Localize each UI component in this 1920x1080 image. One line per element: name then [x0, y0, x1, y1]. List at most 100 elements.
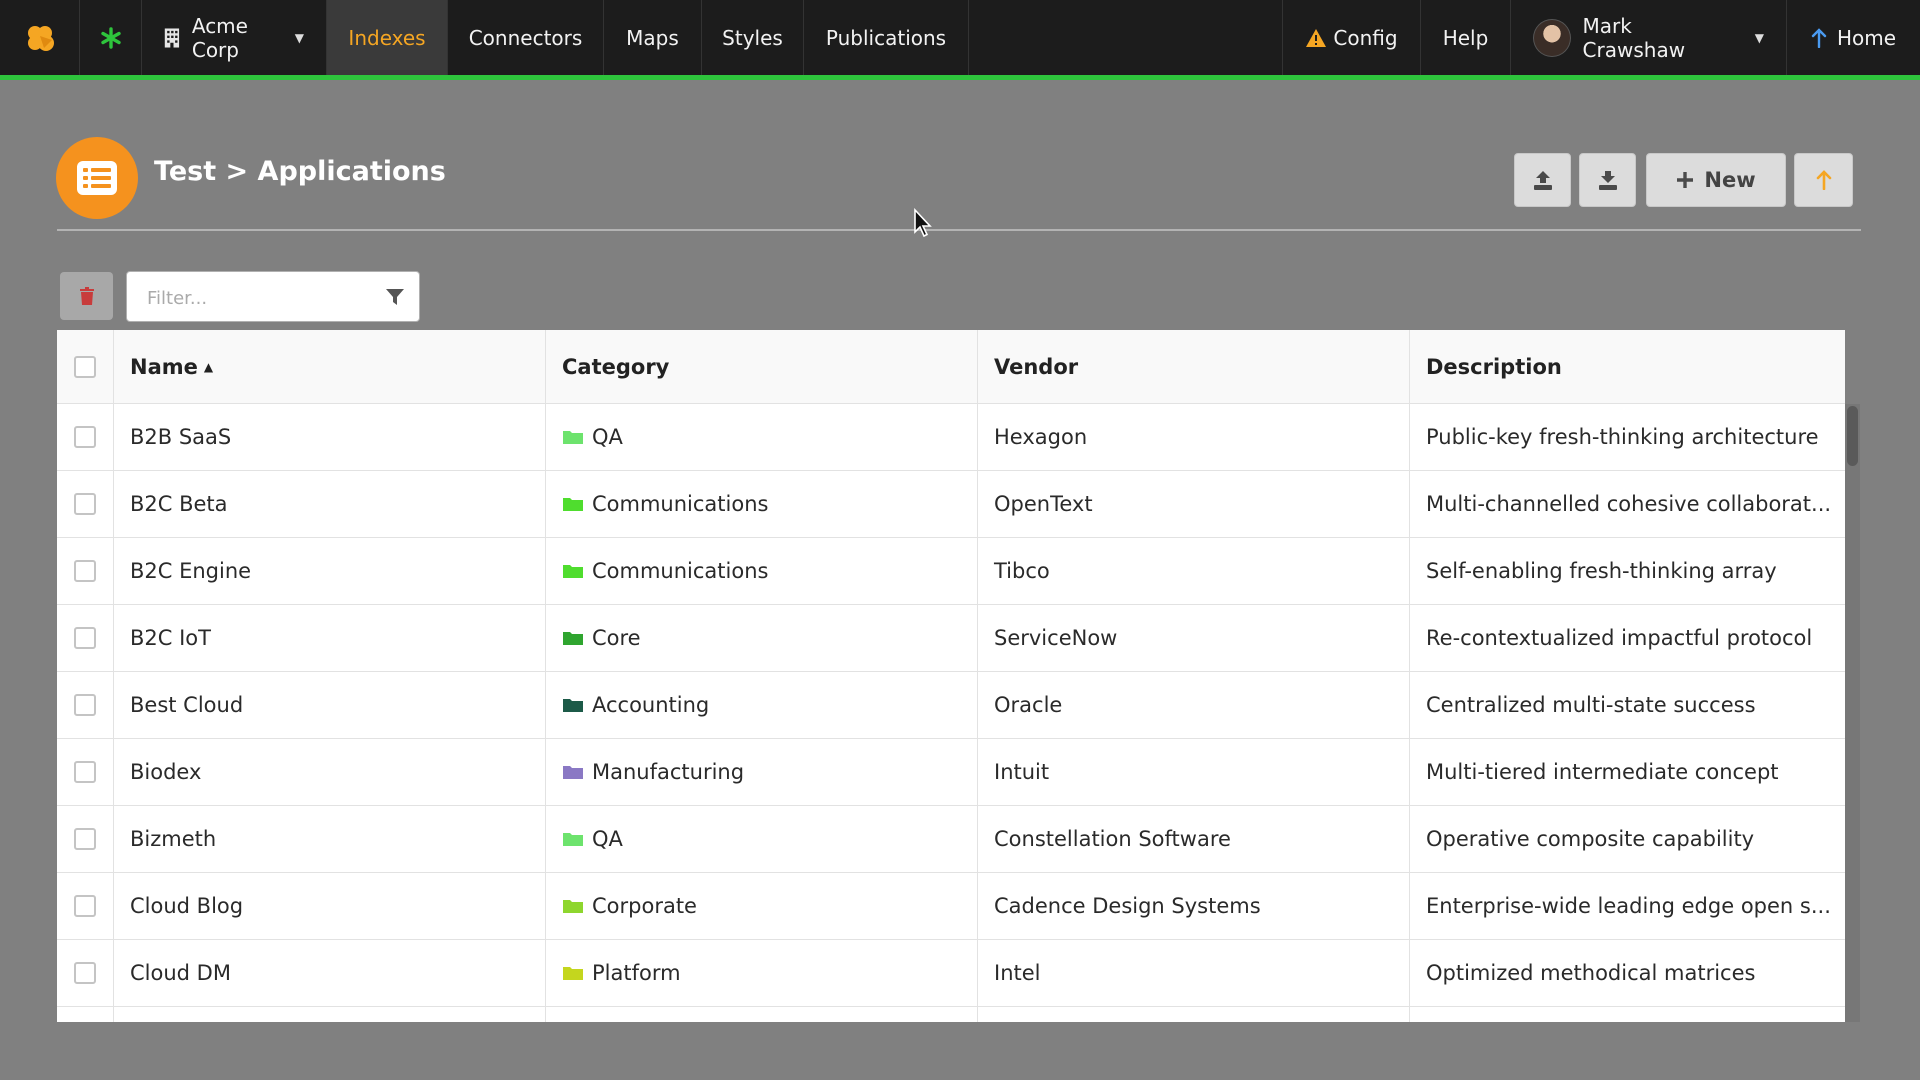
- row-select-cell: [57, 806, 114, 872]
- help-button[interactable]: Help: [1420, 0, 1510, 75]
- user-name: Mark Crawshaw: [1582, 13, 1686, 62]
- nav-tab-label: Publications: [825, 25, 947, 50]
- row-checkbox[interactable]: [74, 828, 96, 850]
- nav-tab-publications[interactable]: Publications: [804, 0, 969, 75]
- upload-button[interactable]: [1514, 153, 1571, 207]
- favorites-button[interactable]: [80, 0, 142, 75]
- new-button-label: New: [1704, 168, 1756, 192]
- sort-ascending-icon: ▲: [203, 359, 214, 374]
- category-label: Accounting: [592, 693, 710, 717]
- user-menu[interactable]: Mark Crawshaw ▼: [1510, 0, 1786, 75]
- help-label: Help: [1442, 25, 1489, 50]
- config-button[interactable]: Config: [1282, 0, 1420, 75]
- row-checkbox[interactable]: [74, 761, 96, 783]
- new-button[interactable]: New: [1646, 153, 1786, 207]
- cell-description: Enterprise-wide leading edge open s...: [1426, 894, 1831, 918]
- category-label: Corporate: [592, 894, 697, 918]
- table-row[interactable]: B2B SaaS QA Hexagon Public-key fresh-thinki…: [57, 404, 1845, 471]
- go-up-button[interactable]: [1794, 153, 1853, 207]
- home-button[interactable]: Home: [1786, 0, 1920, 75]
- table-scrollbar-thumb[interactable]: [1847, 406, 1858, 466]
- column-header-label: Vendor: [994, 354, 1079, 379]
- cell-category: Platform: [546, 940, 978, 1006]
- cell-name[interactable]: Best Cloud: [114, 672, 546, 738]
- page-type-icon: [56, 137, 138, 219]
- row-checkbox[interactable]: [74, 895, 96, 917]
- nav-tab-indexes[interactable]: Indexes: [327, 0, 448, 75]
- column-header-category[interactable]: Category: [546, 330, 978, 403]
- filter-icon[interactable]: [385, 287, 405, 307]
- cell-description: Optimized methodical matrices: [1426, 961, 1756, 985]
- cell-vendor: Intuit: [978, 739, 1410, 805]
- column-header-vendor[interactable]: Vendor: [978, 330, 1410, 403]
- delete-button[interactable]: [60, 272, 113, 320]
- cell-name[interactable]: B2B SaaS: [114, 404, 546, 470]
- cell-name[interactable]: Cloud DM: [114, 940, 546, 1006]
- category-label: QA: [592, 425, 623, 449]
- row-select-cell: [57, 471, 114, 537]
- filter-input[interactable]: [145, 284, 379, 312]
- row-checkbox[interactable]: [74, 560, 96, 582]
- table-scrollbar[interactable]: [1845, 404, 1860, 1022]
- folder-icon: [563, 900, 583, 913]
- cell-description: Centralized multi-state success: [1426, 693, 1756, 717]
- upload-icon: [1533, 171, 1552, 190]
- row-select-cell: [57, 404, 114, 470]
- download-button[interactable]: [1579, 153, 1636, 207]
- column-header-description[interactable]: Description: [1410, 330, 1845, 403]
- table-row[interactable]: Cloud Blog Corporate Cadence Design System…: [57, 873, 1845, 940]
- select-all-checkbox[interactable]: [74, 355, 96, 378]
- cell-name[interactable]: Biodex: [114, 739, 546, 805]
- asterisk-icon: [100, 26, 121, 49]
- cell-vendor: [978, 1007, 1410, 1022]
- cell-name[interactable]: B2C Engine: [114, 538, 546, 604]
- table-row[interactable]: B2C Engine Communications Tibco Self-enabli…: [57, 538, 1845, 605]
- row-checkbox[interactable]: [74, 493, 96, 515]
- page-title: Test > Applications: [154, 156, 446, 187]
- filter-field[interactable]: [126, 271, 420, 322]
- nav-tab-maps[interactable]: Maps: [604, 0, 702, 75]
- cell-name[interactable]: B2C IoT: [114, 605, 546, 671]
- nav-left-group: Acme Corp ▼ Indexes Connectors Maps Styl…: [0, 0, 969, 75]
- cell-category: Accounting: [546, 672, 978, 738]
- list-icon: [77, 161, 117, 195]
- table-row[interactable]: B2C IoT Core ServiceNow Re-contextualized i…: [57, 605, 1845, 672]
- arrow-up-icon: [1816, 170, 1831, 190]
- org-selector[interactable]: Acme Corp ▼: [142, 0, 327, 75]
- row-checkbox[interactable]: [74, 962, 96, 984]
- table-header-row: Name ▲ Category Vendor Description: [57, 330, 1845, 404]
- row-checkbox[interactable]: [74, 627, 96, 649]
- cell-description: Multi-tiered intermediate concept: [1426, 760, 1779, 784]
- nav-tab-label: Styles: [722, 25, 783, 50]
- table-row[interactable]: B2C Beta Communications OpenText Multi-chan…: [57, 471, 1845, 538]
- table-row[interactable]: Biodex Manufacturing Intuit Multi-tiered in…: [57, 739, 1845, 806]
- row-checkbox[interactable]: [74, 694, 96, 716]
- table-row[interactable]: Best Cloud Accounting Oracle Centralized mu…: [57, 672, 1845, 739]
- nav-tab-label: Indexes: [348, 25, 426, 50]
- column-header-name[interactable]: Name ▲: [114, 330, 546, 403]
- app-logo[interactable]: [0, 0, 80, 75]
- row-select-cell: [57, 1007, 114, 1022]
- nav-tab-connectors[interactable]: Connectors: [448, 0, 604, 75]
- category-label: Core: [592, 626, 641, 650]
- row-checkbox[interactable]: [74, 426, 96, 448]
- table-row[interactable]: Cloud DM Platform Intel Optimized methodica…: [57, 940, 1845, 1007]
- applications-table: Name ▲ Category Vendor Description B2B S…: [57, 330, 1845, 1022]
- cell-name[interactable]: Bizmeth: [114, 806, 546, 872]
- category-label: Platform: [592, 961, 681, 985]
- cell-vendor: OpenText: [978, 471, 1410, 537]
- folder-icon: [563, 632, 583, 645]
- cell-name[interactable]: B2C Beta: [114, 471, 546, 537]
- download-icon: [1598, 171, 1617, 190]
- nav-tab-styles[interactable]: Styles: [702, 0, 804, 75]
- cell-description: Self-enabling fresh-thinking array: [1426, 559, 1777, 583]
- cell-vendor: Constellation Software: [978, 806, 1410, 872]
- org-name: Acme Corp: [191, 13, 248, 62]
- table-row[interactable]: Bizmeth QA Constellation Software Operative…: [57, 806, 1845, 873]
- cell-category: Core: [546, 605, 978, 671]
- arrow-up-icon: [1811, 27, 1827, 48]
- cell-name[interactable]: Cloud Blog: [114, 873, 546, 939]
- logo-icon: [27, 25, 54, 51]
- row-select-cell: [57, 739, 114, 805]
- cell-category: Manufacturing: [546, 739, 978, 805]
